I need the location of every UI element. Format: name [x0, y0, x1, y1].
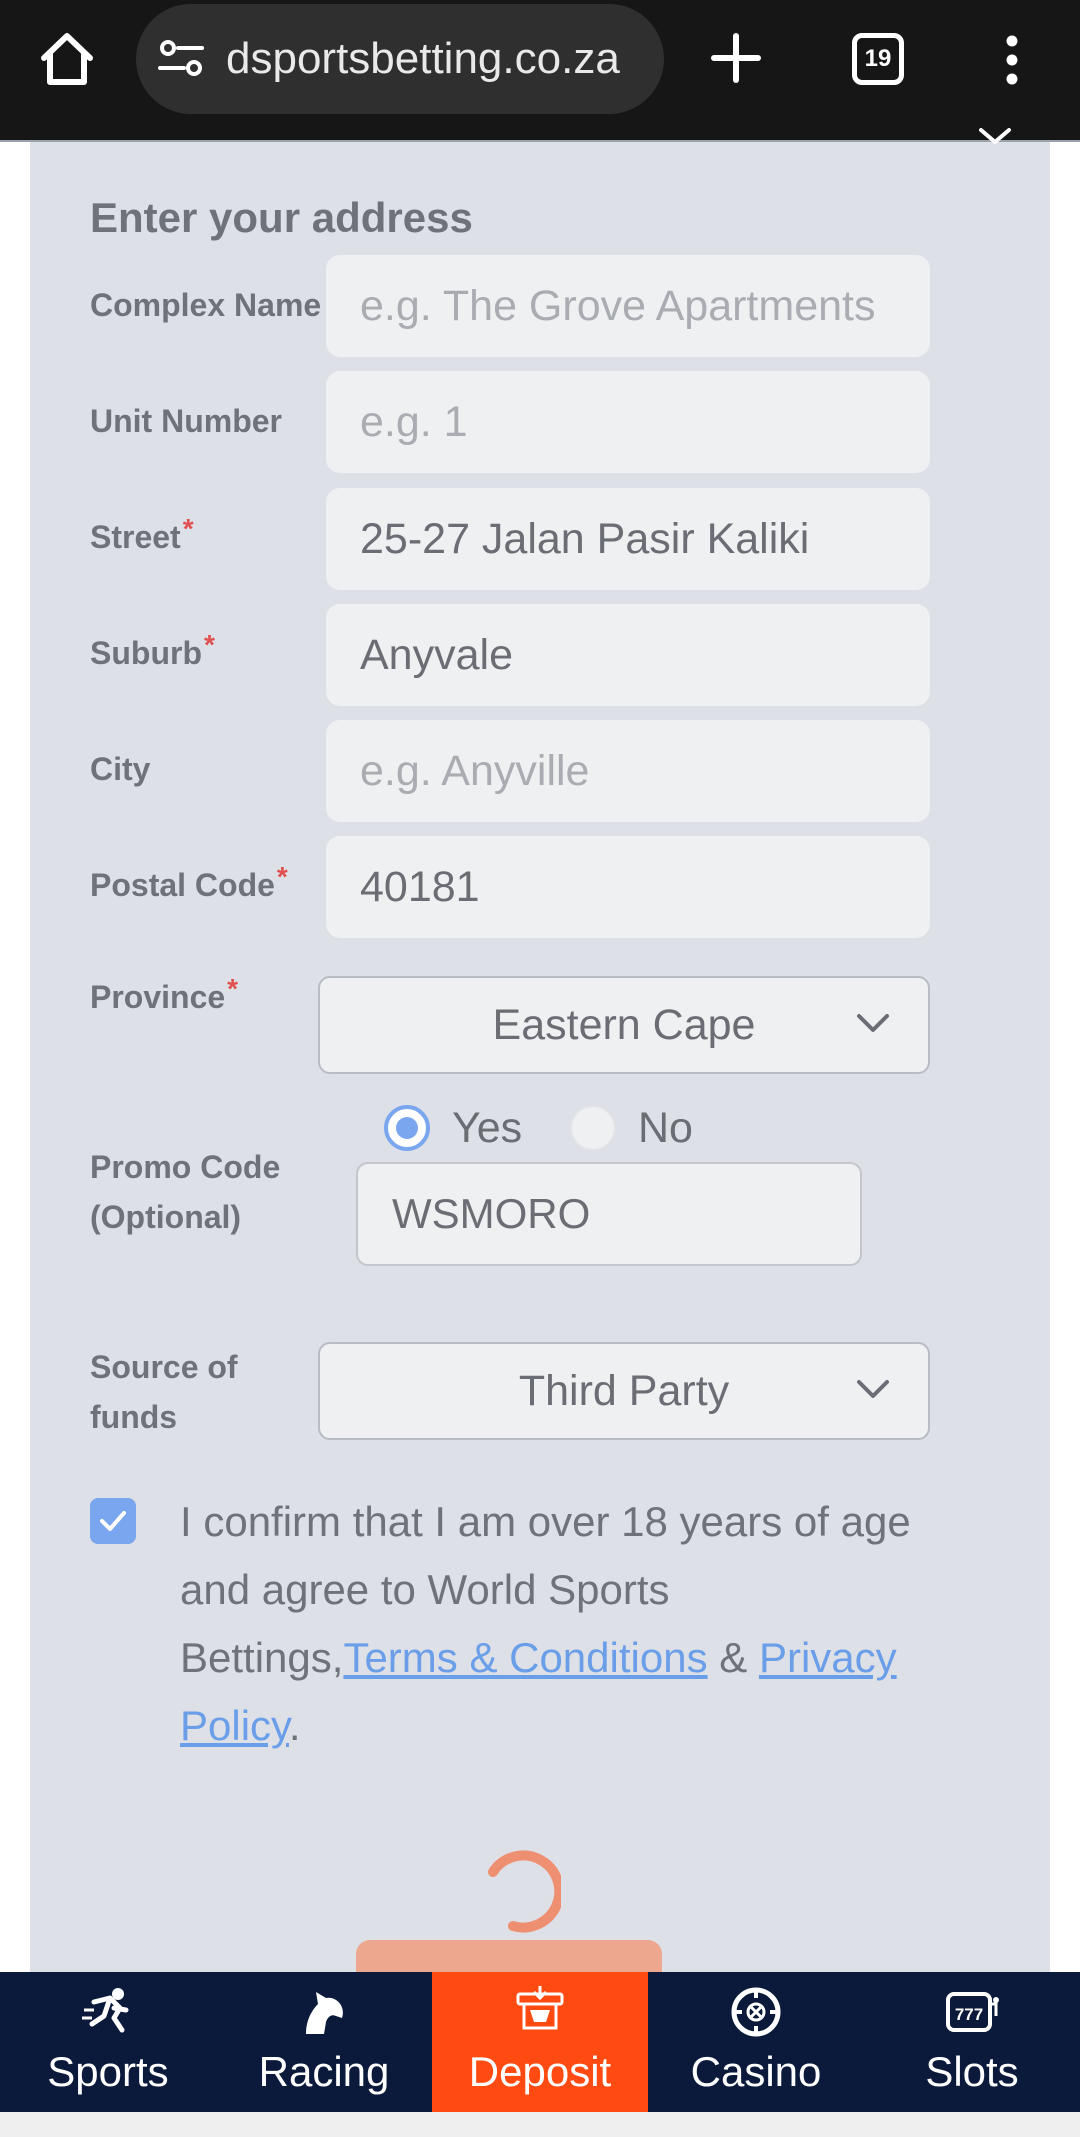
promo-code-label-line2: (Optional): [90, 1199, 242, 1235]
section-title: Enter your address: [90, 194, 473, 241]
postal-code-input[interactable]: 40181: [326, 836, 930, 938]
source-of-funds-selected-value: Third Party: [518, 1367, 730, 1415]
province-label-text: Province: [90, 979, 226, 1015]
suburb-label: Suburb*: [90, 628, 215, 678]
page-content: Enter your address Complex Name e.g. The…: [0, 128, 1080, 2000]
system-nav-strip: [0, 2112, 1080, 2137]
nav-label: Racing: [258, 2048, 390, 2095]
more-options-icon[interactable]: [994, 34, 1030, 86]
required-marker: *: [227, 973, 239, 1004]
unit-number-label: Unit Number: [90, 396, 282, 446]
age-confirm-text: I confirm that I am over 18 years of age…: [180, 1488, 940, 1760]
nav-racing[interactable]: Racing: [216, 1972, 432, 2112]
deposit-icon: [516, 1986, 564, 2030]
promo-no-label[interactable]: No: [638, 1103, 693, 1153]
new-tab-icon[interactable]: [708, 30, 764, 86]
promo-code-label-line1: Promo Code: [90, 1149, 281, 1185]
suburb-label-text: Suburb: [90, 635, 202, 671]
required-marker: *: [182, 513, 194, 544]
postal-code-label: Postal Code*: [90, 860, 288, 910]
address-bar[interactable]: dsportsbetting.co.za: [136, 4, 664, 114]
city-label: City: [90, 744, 150, 794]
nav-label: Casino: [690, 2048, 822, 2095]
province-select[interactable]: Eastern Cape: [318, 976, 930, 1074]
required-marker: *: [203, 629, 215, 660]
street-label: Street*: [90, 512, 194, 562]
promo-code-label: Promo Code (Optional): [90, 1142, 280, 1242]
horse-icon: [306, 1992, 343, 2034]
complex-name-label-text: Complex Name: [90, 287, 322, 323]
promo-yes-radio[interactable]: [384, 1105, 430, 1151]
postal-code-label-text: Postal Code: [90, 867, 275, 903]
promo-yes-label[interactable]: Yes: [452, 1103, 522, 1153]
terms-link[interactable]: Terms & Conditions: [343, 1634, 707, 1681]
required-marker: *: [276, 861, 288, 892]
tab-switcher-button[interactable]: 19: [852, 33, 904, 85]
source-of-funds-label-line1: Source of: [90, 1349, 238, 1385]
promo-no-radio[interactable]: [570, 1105, 616, 1151]
nav-label: Deposit: [468, 2048, 612, 2095]
checkmark-icon: [100, 1511, 126, 1531]
close-icon[interactable]: [975, 128, 1015, 156]
runner-icon: [82, 1988, 129, 2033]
browser-toolbar: dsportsbetting.co.za 19: [0, 0, 1080, 140]
chevron-down-icon: [857, 1014, 889, 1032]
unit-number-input[interactable]: e.g. 1: [326, 371, 930, 473]
promo-code-input[interactable]: WSMORO: [356, 1162, 862, 1266]
source-of-funds-select[interactable]: Third Party: [318, 1342, 930, 1440]
province-selected-value: Eastern Cape: [492, 1001, 756, 1049]
nav-deposit[interactable]: Deposit: [432, 1972, 648, 2112]
complex-name-input[interactable]: e.g. The Grove Apartments: [326, 255, 930, 357]
nav-label: Sports: [47, 2048, 169, 2095]
source-of-funds-label-line2: funds: [90, 1399, 178, 1435]
slots-777-icon: 777: [946, 1992, 999, 2032]
roulette-icon: [731, 1987, 781, 2037]
url-text: dsportsbetting.co.za: [226, 34, 620, 83]
nav-slots[interactable]: 777 Slots: [864, 1972, 1080, 2112]
confirm-text-period: .: [288, 1702, 301, 1749]
nav-sports[interactable]: Sports: [0, 1972, 216, 2112]
province-label: Province*: [90, 972, 238, 1022]
home-icon[interactable]: [36, 28, 98, 90]
street-input[interactable]: 25-27 Jalan Pasir Kaliki: [326, 488, 930, 590]
site-settings-icon[interactable]: [158, 38, 204, 78]
confirm-text-and: &: [707, 1634, 759, 1681]
complex-name-label: Complex Name: [90, 280, 321, 330]
bottom-navigation: Sports Racing Deposit Casino 777 Slots: [0, 1972, 1080, 2112]
street-label-text: Street: [90, 519, 181, 555]
age-confirm-checkbox[interactable]: [90, 1498, 136, 1544]
unit-number-label-text: Unit Number: [90, 403, 282, 439]
city-input[interactable]: e.g. Anyville: [326, 720, 930, 822]
city-label-text: City: [90, 751, 151, 787]
chevron-down-icon: [857, 1380, 889, 1398]
nav-casino[interactable]: Casino: [648, 1972, 864, 2112]
suburb-input[interactable]: Anyvale: [326, 604, 930, 706]
loading-spinner-icon: [488, 1850, 561, 1933]
nav-label: Slots: [925, 2048, 1019, 2095]
source-of-funds-label: Source of funds: [90, 1342, 238, 1442]
svg-text:777: 777: [955, 2005, 983, 2024]
